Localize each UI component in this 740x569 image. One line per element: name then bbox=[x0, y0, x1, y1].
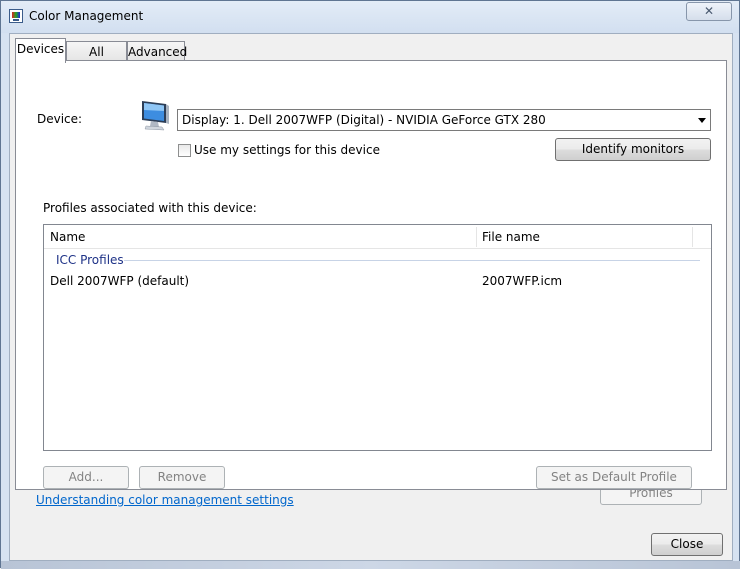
color-management-window: Color Management ✕ Devices All Profiles … bbox=[0, 0, 740, 569]
profiles-list-header: Name File name bbox=[44, 225, 711, 249]
dialog-client-area: Devices All Profiles Advanced Device: Di… bbox=[9, 33, 733, 561]
device-label: Device: bbox=[37, 112, 83, 126]
monitor-icon bbox=[142, 101, 169, 131]
column-header-name[interactable]: Name bbox=[50, 230, 85, 244]
column-header-file-name[interactable]: File name bbox=[482, 230, 540, 244]
window-close-button[interactable]: ✕ bbox=[686, 2, 732, 21]
set-default-profile-button[interactable]: Set as Default Profile bbox=[536, 466, 692, 489]
chevron-down-icon bbox=[698, 118, 706, 123]
profiles-list[interactable]: Name File name ICC Profiles Dell 2007WFP… bbox=[43, 224, 712, 451]
understanding-color-management-link[interactable]: Understanding color management settings bbox=[36, 493, 294, 507]
column-divider[interactable] bbox=[476, 227, 477, 247]
color-management-app-icon bbox=[9, 9, 23, 23]
profiles-associated-label: Profiles associated with this device: bbox=[43, 201, 257, 215]
device-select[interactable]: Display: 1. Dell 2007WFP (Digital) - NVI… bbox=[177, 109, 711, 131]
profile-name: Dell 2007WFP (default) bbox=[50, 274, 190, 288]
remove-button[interactable]: Remove bbox=[139, 466, 225, 489]
identify-monitors-button[interactable]: Identify monitors bbox=[555, 138, 711, 161]
profile-file-name: 2007WFP.icm bbox=[482, 274, 563, 288]
devices-tab-page: Device: Display: 1. Dell 2007WFP (Digita… bbox=[15, 60, 727, 490]
title-bar[interactable]: Color Management ✕ bbox=[1, 1, 739, 33]
tab-devices[interactable]: Devices bbox=[15, 38, 66, 63]
group-header-icc-profiles[interactable]: ICC Profiles bbox=[56, 253, 124, 267]
group-divider bbox=[124, 260, 700, 261]
window-title: Color Management bbox=[29, 9, 144, 23]
use-my-settings-checkbox[interactable] bbox=[178, 144, 191, 157]
column-divider[interactable] bbox=[692, 227, 693, 247]
add-button[interactable]: Add... bbox=[43, 466, 129, 489]
device-select-value: Display: 1. Dell 2007WFP (Digital) - NVI… bbox=[182, 113, 546, 127]
use-my-settings-label[interactable]: Use my settings for this device bbox=[194, 143, 380, 157]
close-button[interactable]: Close bbox=[651, 533, 723, 556]
